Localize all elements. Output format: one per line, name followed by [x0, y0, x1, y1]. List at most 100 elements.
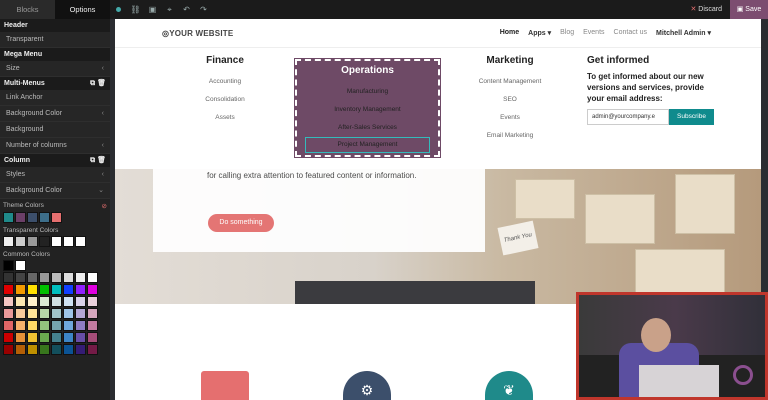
- color-swatch[interactable]: [75, 296, 86, 307]
- option-bg-color[interactable]: Background Color ‹: [0, 106, 110, 122]
- email-field[interactable]: admin@yourcompany.e: [587, 109, 669, 125]
- color-swatch[interactable]: [39, 272, 50, 283]
- color-swatch[interactable]: [87, 332, 98, 343]
- color-swatch[interactable]: [15, 320, 26, 331]
- color-swatch[interactable]: [27, 320, 38, 331]
- option-transparent[interactable]: Transparent: [0, 32, 110, 48]
- color-swatch[interactable]: [3, 272, 14, 283]
- option-size[interactable]: Size ‹: [0, 61, 110, 77]
- mega-item[interactable]: Assets: [175, 109, 275, 127]
- color-swatch[interactable]: [87, 296, 98, 307]
- redo-icon[interactable]: ↷: [195, 5, 212, 14]
- color-swatch[interactable]: [15, 344, 26, 355]
- color-swatch[interactable]: [51, 212, 62, 223]
- color-swatch[interactable]: [39, 344, 50, 355]
- color-swatch[interactable]: [87, 308, 98, 319]
- color-swatch[interactable]: [75, 320, 86, 331]
- color-swatch[interactable]: [39, 236, 50, 247]
- color-swatch[interactable]: [87, 284, 98, 295]
- color-swatch[interactable]: [15, 236, 26, 247]
- duplicate-trash-icons[interactable]: ⧉ 🗑: [90, 154, 106, 167]
- color-swatch[interactable]: [51, 320, 62, 331]
- color-swatch[interactable]: [63, 332, 74, 343]
- color-swatch[interactable]: [27, 236, 38, 247]
- link-icon[interactable]: ⛓: [127, 5, 144, 14]
- color-swatch[interactable]: [3, 212, 14, 223]
- color-swatch[interactable]: [3, 344, 14, 355]
- color-swatch[interactable]: [75, 272, 86, 283]
- color-swatch[interactable]: [27, 332, 38, 343]
- color-swatch[interactable]: [39, 308, 50, 319]
- color-swatch[interactable]: [51, 344, 62, 355]
- color-swatch[interactable]: [39, 296, 50, 307]
- save-button[interactable]: ▣ Save: [730, 0, 768, 19]
- color-swatch[interactable]: [39, 320, 50, 331]
- mega-item[interactable]: After-Sales Services: [297, 119, 438, 137]
- nav-contact[interactable]: Contact us: [614, 29, 647, 37]
- color-swatch[interactable]: [75, 284, 86, 295]
- code-icon[interactable]: ⌖: [161, 5, 178, 15]
- color-swatch[interactable]: [51, 284, 62, 295]
- color-swatch[interactable]: [63, 272, 74, 283]
- mega-item[interactable]: Manufacturing: [297, 83, 438, 101]
- color-swatch[interactable]: [15, 284, 26, 295]
- nav-user-menu[interactable]: Mitchell Admin ▾: [656, 29, 711, 37]
- option-background[interactable]: Background: [0, 122, 110, 138]
- mega-item[interactable]: SEO: [460, 91, 560, 109]
- option-styles[interactable]: Styles ‹: [0, 167, 110, 183]
- color-swatch[interactable]: [63, 296, 74, 307]
- color-swatch[interactable]: [63, 320, 74, 331]
- color-swatch[interactable]: [3, 236, 14, 247]
- mega-item[interactable]: Events: [460, 109, 560, 127]
- color-swatch[interactable]: [15, 308, 26, 319]
- nav-blog[interactable]: Blog: [560, 29, 574, 37]
- color-swatch[interactable]: [27, 272, 38, 283]
- color-swatch[interactable]: [3, 260, 14, 271]
- mega-item[interactable]: Content Management: [460, 73, 560, 91]
- color-swatch[interactable]: [3, 320, 14, 331]
- option-link-anchor[interactable]: Link Anchor: [0, 90, 110, 106]
- color-swatch[interactable]: [75, 332, 86, 343]
- color-swatch[interactable]: [51, 272, 62, 283]
- color-swatch[interactable]: [27, 344, 38, 355]
- color-swatch[interactable]: [87, 320, 98, 331]
- color-swatch[interactable]: [3, 308, 14, 319]
- discard-button[interactable]: ✕ Discard: [684, 0, 728, 19]
- color-swatch[interactable]: [63, 344, 74, 355]
- mega-item[interactable]: Inventory Management: [297, 101, 438, 119]
- color-swatch[interactable]: [15, 332, 26, 343]
- option-num-columns[interactable]: Number of columns ‹: [0, 138, 110, 154]
- color-swatch[interactable]: [87, 272, 98, 283]
- color-swatch[interactable]: [51, 296, 62, 307]
- color-swatch[interactable]: [27, 296, 38, 307]
- site-logo[interactable]: ◎YOUR WEBSITE: [162, 29, 233, 38]
- save-page-icon[interactable]: ▣: [144, 5, 161, 14]
- mega-item-selected[interactable]: Project Management: [305, 137, 430, 153]
- color-swatch[interactable]: [15, 296, 26, 307]
- tab-blocks[interactable]: Blocks: [0, 0, 55, 19]
- nav-home[interactable]: Home: [500, 29, 519, 37]
- color-swatch[interactable]: [27, 284, 38, 295]
- mega-item[interactable]: Email Marketing: [460, 127, 560, 145]
- color-swatch[interactable]: [39, 284, 50, 295]
- color-swatch[interactable]: [15, 212, 26, 223]
- color-swatch[interactable]: [27, 212, 38, 223]
- color-swatch[interactable]: [63, 284, 74, 295]
- color-swatch[interactable]: [51, 308, 62, 319]
- color-swatch[interactable]: [15, 272, 26, 283]
- reset-color-icon[interactable]: ⊘: [102, 202, 107, 210]
- color-swatch[interactable]: [75, 236, 86, 247]
- undo-icon[interactable]: ↶: [178, 5, 195, 14]
- mega-item[interactable]: Consolidation: [175, 91, 275, 109]
- color-swatch[interactable]: [51, 236, 62, 247]
- color-swatch[interactable]: [63, 236, 74, 247]
- color-swatch[interactable]: [87, 344, 98, 355]
- mega-item[interactable]: Accounting: [175, 73, 275, 91]
- color-swatch[interactable]: [27, 308, 38, 319]
- do-something-button[interactable]: Do something: [208, 214, 274, 232]
- color-swatch[interactable]: [75, 344, 86, 355]
- option-bg-color-2[interactable]: Background Color ⌄: [0, 183, 110, 199]
- color-swatch[interactable]: [39, 332, 50, 343]
- nav-events[interactable]: Events: [583, 29, 604, 37]
- color-swatch[interactable]: [3, 296, 14, 307]
